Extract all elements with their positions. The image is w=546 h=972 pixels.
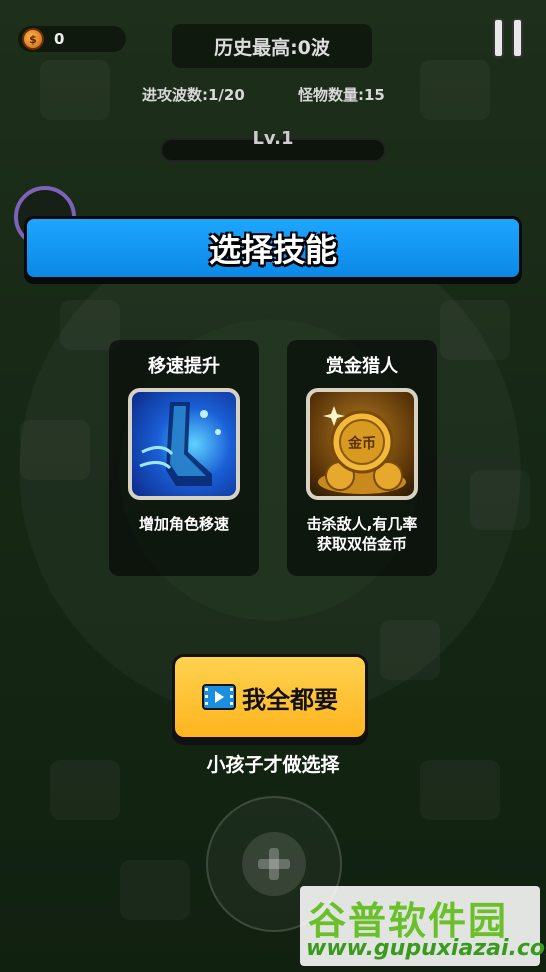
dialog-title: 选择技能 (208, 231, 337, 269)
level-label: Lv.1 (252, 128, 294, 149)
pause-icon (493, 18, 504, 58)
skill-select-banner: 选择技能 (24, 216, 522, 280)
take-all-label: 我全都要 (242, 685, 338, 714)
pause-button[interactable] (486, 18, 530, 60)
speed-boot-icon (128, 388, 240, 500)
watermark-url: www.gupuxiazai.com (306, 936, 546, 961)
coin-icon: $ (22, 28, 44, 50)
gold-coin-icon: 金币 (306, 388, 418, 500)
best-record: 历史最高:0波 (172, 24, 372, 68)
video-ad-icon (202, 684, 236, 710)
wave-counter: 进攻波数:1/20 (142, 86, 245, 104)
joystick-knob[interactable] (242, 832, 306, 896)
svg-text:金币: 金币 (347, 435, 376, 452)
dpad-icon (258, 848, 290, 880)
skill-card-bounty[interactable]: 赏金猎人 金币 击杀敌人,有几率获取双倍金币 (287, 340, 437, 576)
skill-desc: 增加角色移速 (138, 515, 229, 533)
skill-desc: 击杀敌人,有几率获取双倍金币 (306, 515, 418, 553)
take-all-button[interactable]: 我全都要 (172, 654, 368, 740)
watermark: 谷普软件园 www.gupuxiazai.com (300, 886, 546, 966)
skill-card-speed[interactable]: 移速提升 增加角色移速 (109, 340, 259, 576)
skill-name: 赏金猎人 (326, 356, 398, 377)
coin-count: 0 (54, 30, 65, 48)
skip-text: 小孩子才做选择 (206, 754, 340, 776)
skill-name: 移速提升 (148, 356, 220, 377)
coin-counter: $ 0 (18, 26, 126, 52)
monster-counter: 怪物数量:15 (298, 86, 385, 104)
